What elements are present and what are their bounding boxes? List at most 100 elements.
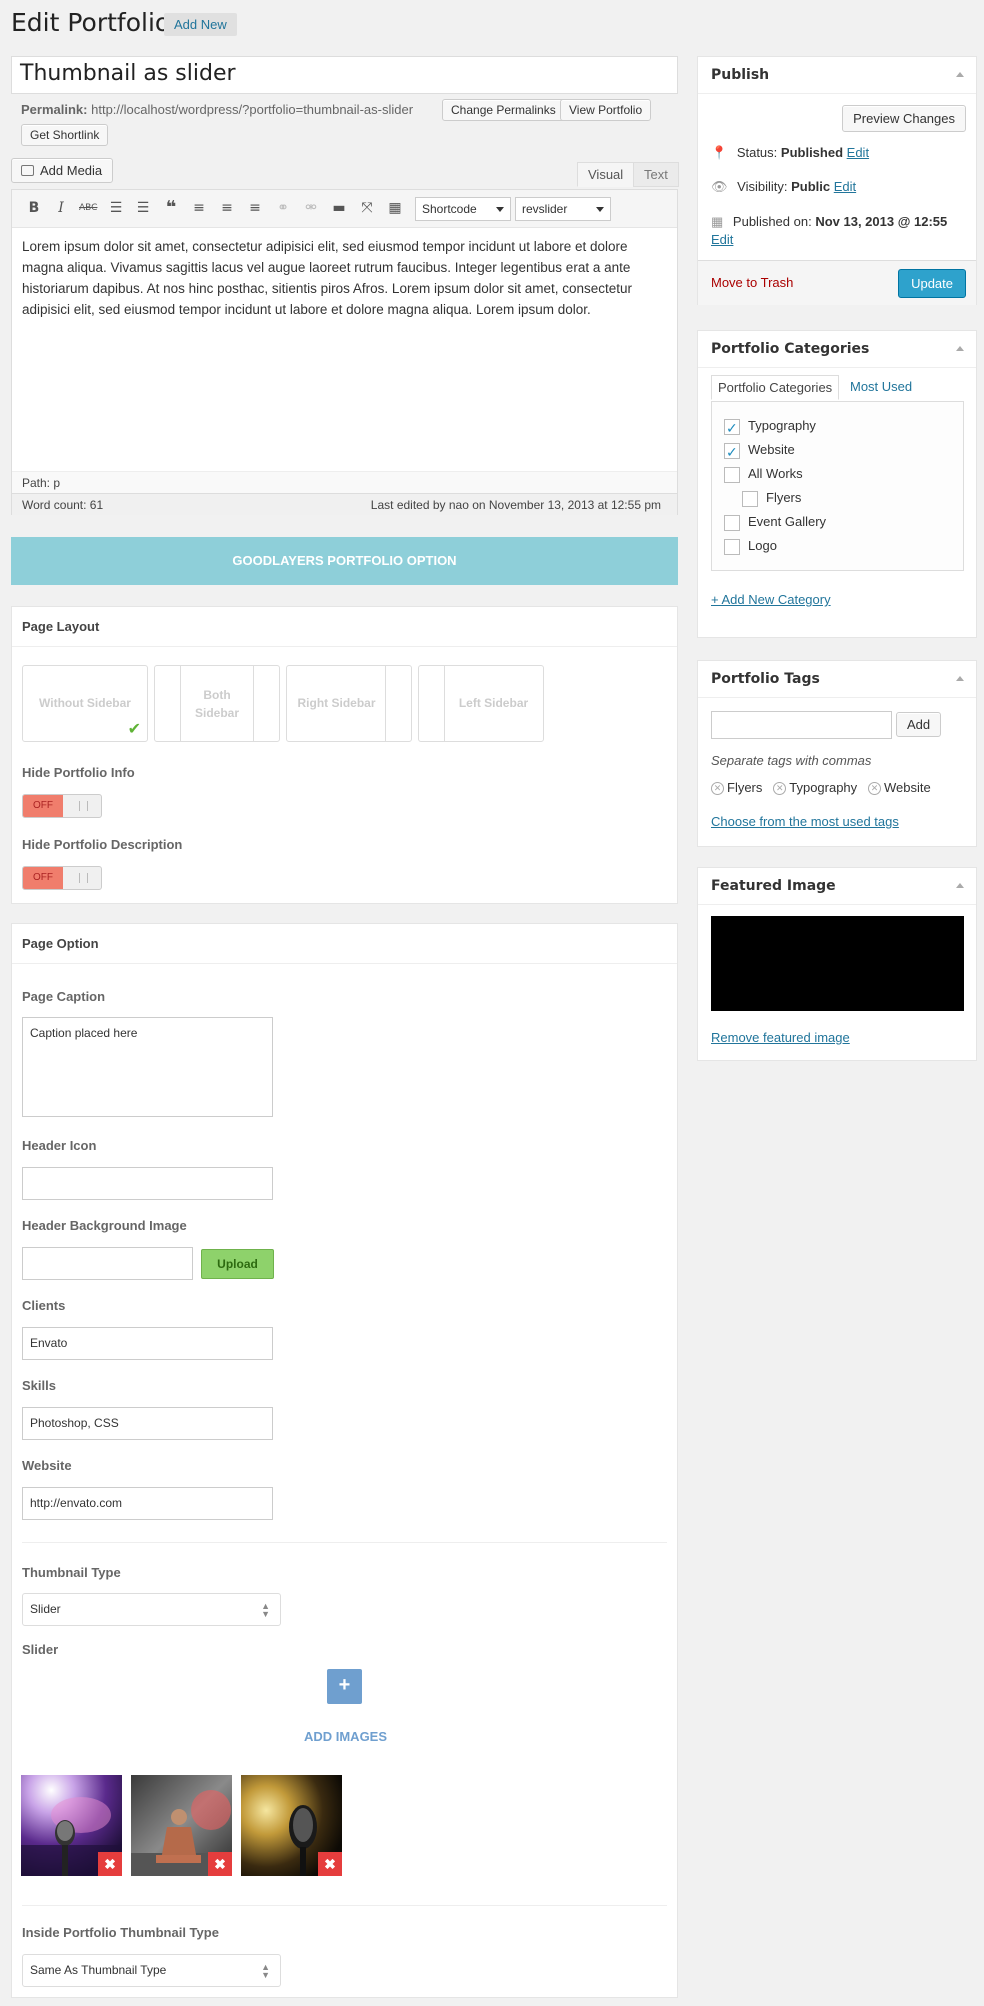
update-button[interactable]: Update (898, 269, 966, 298)
portfolio-categories-box: Portfolio Categories Portfolio Categorie… (697, 330, 977, 638)
add-images-link[interactable]: ADD IMAGES (12, 1729, 679, 1744)
slider-thumbnail[interactable]: ✖ (241, 1775, 342, 1876)
remove-featured-image-link[interactable]: Remove featured image (711, 1030, 850, 1045)
choose-most-used-tags-link[interactable]: Choose from the most used tags (711, 814, 899, 829)
add-images-plus-button[interactable]: + (327, 1669, 362, 1704)
view-portfolio-button[interactable]: View Portfolio (560, 99, 652, 121)
post-title-input[interactable]: Thumbnail as slider (11, 56, 678, 94)
link-icon[interactable]: ⚭ (274, 200, 292, 216)
checkbox[interactable] (724, 466, 740, 483)
collapse-arrow-icon[interactable] (956, 346, 964, 351)
unlink-icon[interactable]: ⚮ (302, 200, 320, 216)
featured-image[interactable] (711, 916, 964, 1011)
clients-input[interactable]: Envato (22, 1327, 273, 1360)
tags-heading[interactable]: Portfolio Tags (698, 661, 976, 698)
checkbox[interactable] (724, 514, 740, 531)
page-caption-textarea[interactable]: Caption placed here (22, 1017, 273, 1117)
featured-heading[interactable]: Featured Image (698, 868, 976, 905)
tag-input[interactable] (711, 711, 892, 739)
collapse-arrow-icon[interactable] (956, 72, 964, 77)
get-shortlink-button[interactable]: Get Shortlink (21, 124, 109, 146)
add-new-button[interactable]: Add New (164, 13, 237, 36)
published-edit-link[interactable]: Edit (711, 232, 733, 247)
hide-info-toggle-state: OFF (23, 795, 63, 817)
layout-left-sidebar-label: Left Sidebar (458, 696, 529, 710)
visibility-edit-link[interactable]: Edit (834, 179, 856, 194)
remove-tag-icon[interactable]: ✕ (711, 782, 724, 796)
add-tag-button[interactable]: Add (896, 712, 942, 737)
header-icon-input[interactable] (22, 1167, 273, 1200)
remove-image-button[interactable]: ✖ (98, 1852, 122, 1876)
add-new-category-link[interactable]: + Add New Category (711, 592, 831, 607)
content-editor[interactable]: B I ABC ☰ ☰ ❝ ≡ ≡ ≡ ⚭ ⚮ ▬ ⤧ ▦ Shortcode … (11, 189, 678, 515)
publish-actions: Move to Trash Update (698, 260, 976, 305)
kitchen-sink-icon[interactable]: ▦ (386, 200, 404, 216)
align-right-icon[interactable]: ≡ (246, 200, 264, 216)
thumbnail-type-label: Thumbnail Type (22, 1565, 121, 1580)
category-item[interactable]: All Works (724, 462, 951, 486)
remove-image-button[interactable]: ✖ (208, 1852, 232, 1876)
category-item[interactable]: Event Gallery (724, 510, 951, 534)
inside-thumbnail-select[interactable]: Same As Thumbnail Type ▲ ▼ (22, 1954, 281, 1987)
checkbox[interactable] (742, 490, 758, 507)
published-row: ▦ Published on: Nov 13, 2013 @ 12:55 Edi… (711, 213, 971, 249)
checkbox-checked[interactable] (724, 417, 740, 441)
goodlayers-option-bar[interactable]: GOODLAYERS PORTFOLIO OPTION (11, 537, 678, 585)
status-edit-link[interactable]: Edit (847, 145, 869, 160)
website-input[interactable]: http://envato.com (22, 1487, 273, 1520)
page-layout-heading: Page Layout (12, 607, 677, 647)
categories-heading[interactable]: Portfolio Categories (698, 331, 976, 368)
editor-content[interactable]: Lorem ipsum dolor sit amet, consectetur … (22, 236, 667, 320)
checkbox-checked[interactable] (724, 441, 740, 465)
slider-thumbnail[interactable]: ✖ (21, 1775, 122, 1876)
change-permalinks-button[interactable]: Change Permalinks (442, 99, 565, 121)
categories-list: Typography Website All Works Flyers Even… (711, 401, 964, 571)
layout-right-sidebar[interactable]: Right Sidebar (286, 665, 412, 742)
permalink-url[interactable]: http://localhost/wordpress/?portfolio=th… (91, 102, 413, 117)
category-item[interactable]: Flyers (724, 486, 951, 510)
selected-check-icon: ✔ (127, 719, 141, 738)
editor-toolbar: B I ABC ☰ ☰ ❝ ≡ ≡ ≡ ⚭ ⚮ ▬ ⤧ ▦ Shortcode … (12, 190, 677, 228)
align-left-icon[interactable]: ≡ (190, 200, 208, 216)
blockquote-icon[interactable]: ❝ (162, 199, 180, 217)
upload-button[interactable]: Upload (201, 1249, 274, 1279)
layout-without-sidebar[interactable]: Without Sidebar ✔ (22, 665, 148, 742)
remove-image-button[interactable]: ✖ (318, 1852, 342, 1876)
align-center-icon[interactable]: ≡ (218, 200, 236, 216)
shortcode-select[interactable]: Shortcode (415, 197, 511, 221)
skills-input[interactable]: Photoshop, CSS (22, 1407, 273, 1440)
remove-tag-icon[interactable]: ✕ (868, 782, 882, 796)
bullet-list-icon[interactable]: ☰ (107, 200, 125, 216)
hide-info-toggle[interactable]: OFF (22, 794, 102, 818)
preview-changes-button[interactable]: Preview Changes (842, 105, 966, 132)
publish-heading[interactable]: Publish (698, 57, 976, 94)
bold-icon[interactable]: B (25, 200, 43, 216)
header-bg-input[interactable] (22, 1247, 193, 1280)
slider-thumbnail[interactable]: ✖ (131, 1775, 232, 1876)
numbered-list-icon[interactable]: ☰ (134, 200, 152, 216)
hide-description-toggle[interactable]: OFF (22, 866, 102, 890)
collapse-arrow-icon[interactable] (956, 676, 964, 681)
layout-both-sidebar[interactable]: Both Sidebar (154, 665, 280, 742)
revslider-select[interactable]: revslider (515, 197, 611, 221)
select-arrows-icon: ▲ ▼ (261, 1962, 270, 1980)
remove-tag-icon[interactable]: ✕ (773, 782, 787, 796)
tab-visual[interactable]: Visual (577, 162, 635, 187)
tab-all-categories[interactable]: Portfolio Categories (711, 375, 840, 400)
divider (22, 1542, 667, 1543)
collapse-arrow-icon[interactable] (956, 883, 964, 888)
thumbnail-type-select[interactable]: Slider ▲ ▼ (22, 1593, 281, 1626)
category-item[interactable]: Website (724, 438, 951, 465)
category-item[interactable]: Typography (724, 414, 951, 441)
add-media-button[interactable]: Add Media (11, 158, 114, 183)
strikethrough-icon[interactable]: ABC (79, 200, 97, 216)
fullscreen-icon[interactable]: ⤧ (358, 200, 376, 216)
move-to-trash-link[interactable]: Move to Trash (711, 275, 793, 290)
tab-text[interactable]: Text (633, 162, 679, 187)
checkbox[interactable] (724, 538, 740, 555)
more-tag-icon[interactable]: ▬ (330, 200, 348, 216)
italic-icon[interactable]: I (52, 200, 70, 216)
tab-most-used[interactable]: Most Used (850, 379, 912, 394)
layout-left-sidebar[interactable]: Left Sidebar (418, 665, 544, 742)
category-item[interactable]: Logo (724, 534, 951, 558)
